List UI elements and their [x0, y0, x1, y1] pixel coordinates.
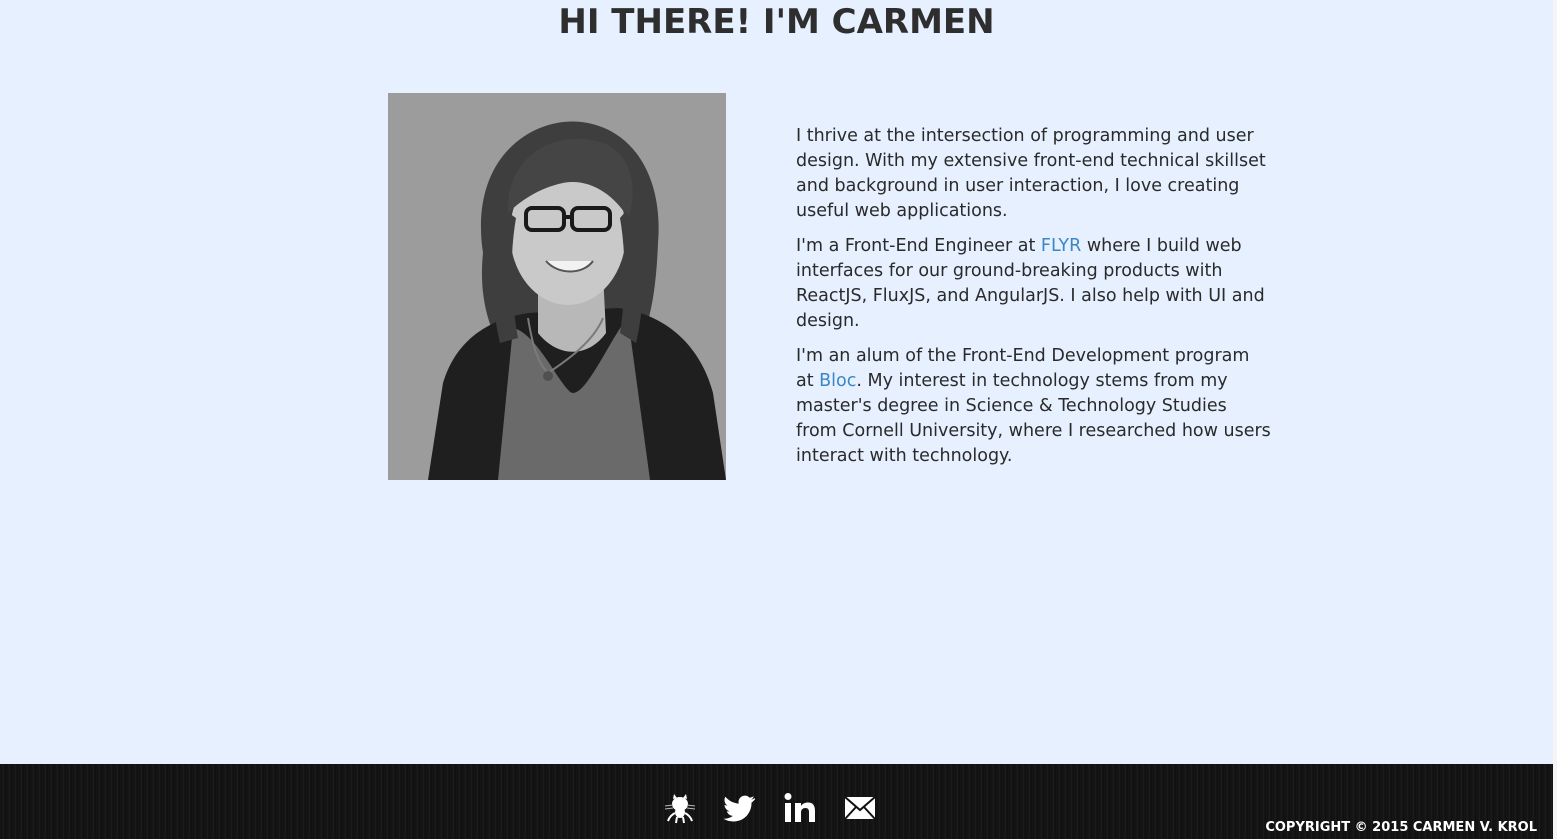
window-scroll-edge — [1553, 0, 1557, 839]
bio-paragraph-intro: I thrive at the intersection of programm… — [796, 126, 1266, 221]
page: HI THERE! I'M CARMEN I thrive at the int… — [0, 0, 1557, 839]
bio-education-text-end: . My interest in technology stems from m… — [796, 371, 1271, 466]
bio-work-text-start: I'm a Front-End Engineer at — [796, 236, 1041, 256]
bio-section: I thrive at the intersection of programm… — [796, 124, 1272, 479]
github-link[interactable] — [660, 788, 700, 828]
linkedin-icon — [784, 793, 815, 822]
portrait-illustration — [388, 93, 726, 480]
bio-paragraph-education: I'm an alum of the Front-End Development… — [796, 344, 1272, 469]
bio-paragraph-work: I'm a Front-End Engineer at FLYR where I… — [796, 234, 1272, 334]
github-octocat-icon — [664, 794, 696, 824]
copyright-text: COPYRIGHT © 2015 CARMEN V. KROL — [1265, 820, 1537, 835]
twitter-link[interactable] — [720, 788, 760, 828]
profile-photo — [388, 93, 726, 480]
email-envelope-icon — [844, 796, 876, 820]
footer: COPYRIGHT © 2015 CARMEN V. KROL — [0, 764, 1553, 839]
bloc-link[interactable]: Bloc — [819, 371, 856, 391]
flyr-link[interactable]: FLYR — [1041, 236, 1081, 256]
linkedin-link[interactable] — [780, 788, 820, 828]
twitter-bird-icon — [724, 795, 755, 822]
page-title: HI THERE! I'M CARMEN — [558, 2, 995, 42]
social-links — [660, 788, 880, 828]
email-link[interactable] — [840, 788, 880, 828]
